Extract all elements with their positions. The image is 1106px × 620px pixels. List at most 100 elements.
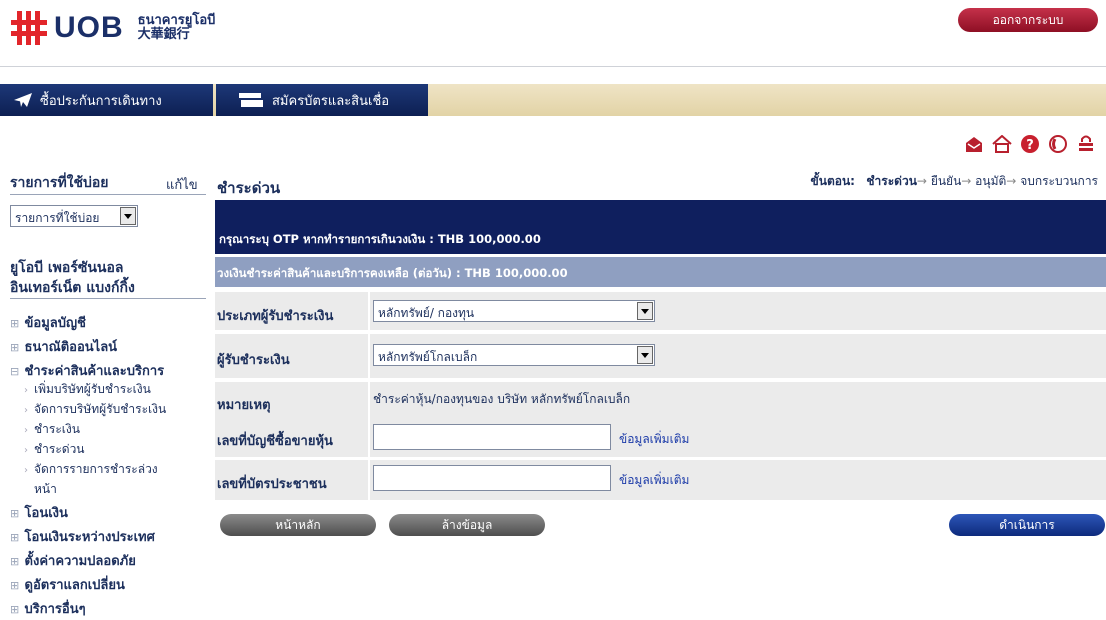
sidebar-item-other-services[interactable]: ⊞ บริการอื่นๆ <box>10 598 86 619</box>
banner-card-label: สมัครบัตรและสินเชื่อ <box>272 93 390 109</box>
brand-subtitle: ธนาคารยูโอบี 大華銀行 <box>138 14 216 42</box>
submenu-add-payee[interactable]: › เพิ่มบริษัทผู้รับชำระเงิน <box>24 380 151 399</box>
sidebar-item-security-settings[interactable]: ⊞ ตั้งค่าความปลอดภัย <box>10 550 136 571</box>
favorites-divider <box>10 194 206 195</box>
submenu-scheduled-pay-cont[interactable]: หน้า <box>34 480 57 499</box>
sidebar-item-exchange-rates[interactable]: ⊞ ดูอัตราแลกเปลี่ยน <box>10 574 125 595</box>
home-button[interactable]: หน้าหลัก <box>220 514 376 536</box>
submenu-label: ชำระเงิน <box>34 422 80 436</box>
submenu-manage-payee[interactable]: › จัดการบริษัทผู้รับชำระเงิน <box>24 400 166 419</box>
expand-icon: ⊞ <box>10 555 20 568</box>
note-value: ชำระค่าหุ้น/กองทุนของ บริษัท หลักทรัพย์โ… <box>373 392 631 406</box>
submenu-label: ชำระด่วน <box>34 442 85 456</box>
row-divider <box>368 334 370 378</box>
lock-icon[interactable] <box>1076 134 1096 154</box>
submenu-quick-pay[interactable]: › ชำระด่วน <box>24 440 85 459</box>
bullet-icon: › <box>24 425 28 436</box>
id-more-link[interactable]: ข้อมูลเพิ่มเติม <box>619 471 689 490</box>
row-divider <box>368 292 370 330</box>
sidebar-item-label: ข้อมูลบัญชี <box>24 316 86 331</box>
bullet-icon: › <box>24 385 28 396</box>
sidebar-item-transfer[interactable]: ⊞ โอนเงิน <box>10 502 68 523</box>
sidebar-item-label: ชำระค่าสินค้าและบริการ <box>24 364 165 379</box>
expand-icon: ⊞ <box>10 507 20 520</box>
account-label: เลขที่บัญชีซื้อขายหุ้น <box>217 434 333 449</box>
submenu-scheduled-pay[interactable]: › จัดการรายการชำระล่วง <box>24 460 158 479</box>
uob-logo[interactable]: UOB ธนาคารยูโอบี 大華銀行 <box>10 8 215 48</box>
favorites-select[interactable]: รายการที่ใช้บ่อย <box>10 205 138 227</box>
help-icon[interactable]: ? <box>1020 134 1040 154</box>
page-title: ชำระด่วน <box>217 179 281 197</box>
bullet-icon: › <box>24 405 28 416</box>
banner-travel-label: ซื้อประกันการเดินทาง <box>40 93 162 109</box>
airplane-icon <box>10 84 36 116</box>
chevron-down-icon[interactable] <box>637 302 653 320</box>
logout-button[interactable]: ออกจากระบบ <box>958 8 1098 32</box>
payee-select[interactable]: หลักทรัพย์โกลเบล็ก <box>373 344 655 366</box>
otp-notice: กรุณาระบุ OTP หากทำรายการเกินวงเงิน : TH… <box>215 200 1106 254</box>
payee-type-select[interactable]: หลักทรัพย์/ กองทุน <box>373 300 655 322</box>
sidebar-item-label: ดูอัตราแลกเปลี่ยน <box>24 578 125 593</box>
form-row-payee-type: ประเภทผู้รับชำระเงิน หลักทรัพย์/ กองทุน <box>215 292 1106 330</box>
sidebar-item-intl-transfer[interactable]: ⊞ โอนเงินระหว่างประเทศ <box>10 526 155 547</box>
sidebar-item-bill-payment[interactable]: ⊟ ชำระค่าสินค้าและบริการ <box>10 360 164 381</box>
banner-card-loan[interactable]: สมัครบัตรและสินเชื่อ <box>216 84 428 116</box>
expand-icon: ⊞ <box>10 531 20 544</box>
chevron-down-icon[interactable] <box>637 346 653 364</box>
sidebar-item-label: ตั้งค่าความปลอดภัย <box>24 554 136 569</box>
note-label: หมายเหตุ <box>217 398 271 413</box>
promo-banner: ซื้อประกันการเดินทาง สมัครบัตรและสินเชื่… <box>0 84 1106 116</box>
step-complete: จบกระบวนการ <box>1020 174 1098 188</box>
home-icon[interactable] <box>992 134 1012 154</box>
payee-value: หลักทรัพย์โกลเบล็ก <box>378 350 478 364</box>
limit-notice: วงเงินชำระค่าสินค้าและบริการคงเหลือ (ต่อ… <box>215 257 1106 287</box>
bullet-icon: › <box>24 465 28 476</box>
payee-type-value: หลักทรัพย์/ กองทุน <box>378 306 475 320</box>
row-divider <box>368 419 370 457</box>
sidebar-item-account-info[interactable]: ⊞ ข้อมูลบัญชี <box>10 312 86 333</box>
chevron-down-icon[interactable] <box>120 207 136 225</box>
section-title-line2: อินเทอร์เน็ต แบงก์กิ้ง <box>10 280 135 296</box>
account-input[interactable] <box>373 424 611 450</box>
row-divider <box>368 460 370 500</box>
page: UOB ธนาคารยูโอบี 大華銀行 ออกจากระบบ ซื้อประ… <box>0 0 1106 620</box>
banner-travel-insurance[interactable]: ซื้อประกันการเดินทาง <box>0 84 213 116</box>
account-more-link[interactable]: ข้อมูลเพิ่มเติม <box>619 430 689 449</box>
phone-icon[interactable] <box>1048 134 1068 154</box>
favorites-edit-link[interactable]: แก้ไข <box>166 174 198 195</box>
header-divider <box>0 66 1106 67</box>
form-row-id-card: เลขที่บัตรประชาชน ข้อมูลเพิ่มเติม <box>215 460 1106 500</box>
sidebar-item-label: บริการอื่นๆ <box>24 602 86 617</box>
submenu-pay[interactable]: › ชำระเงิน <box>24 420 80 439</box>
brand-thai: ธนาคารยูโอบี <box>137 13 216 28</box>
form-row-account: เลขที่บัญชีซื้อขายหุ้น ข้อมูลเพิ่มเติม <box>215 419 1106 457</box>
card-icon <box>236 84 266 116</box>
sidebar-item-label: โอนเงิน <box>24 506 68 521</box>
proceed-button[interactable]: ดำเนินการ <box>949 514 1105 536</box>
expand-icon: ⊞ <box>10 603 20 616</box>
bullet-icon: › <box>24 445 28 456</box>
expand-icon: ⊞ <box>10 317 20 330</box>
collapse-icon: ⊟ <box>10 365 20 378</box>
arrow-icon: → <box>916 174 927 188</box>
arrow-icon: → <box>961 174 972 188</box>
payee-label: ผู้รับชำระเงิน <box>217 353 290 368</box>
submenu-label: จัดการบริษัทผู้รับชำระเงิน <box>34 402 167 416</box>
section-divider <box>10 298 206 299</box>
clear-button[interactable]: ล้างข้อมูล <box>389 514 545 536</box>
submenu-label: เพิ่มบริษัทผู้รับชำระเงิน <box>34 382 151 396</box>
step-current: ชำระด่วน <box>866 174 917 188</box>
expand-icon: ⊞ <box>10 341 20 354</box>
brand-chinese: 大華銀行 <box>137 27 190 42</box>
form-row-note: หมายเหตุ ชำระค่าหุ้น/กองทุนของ บริษัท หล… <box>215 382 1106 420</box>
sidebar-item-online-money-order[interactable]: ⊞ ธนาณัติออนไลน์ <box>10 336 117 357</box>
utility-icons: ? <box>964 134 1096 154</box>
mail-icon[interactable] <box>964 134 984 154</box>
section-title: ยูโอบี เพอร์ซันนอล อินเทอร์เน็ต แบงก์กิ้… <box>10 258 135 298</box>
steps-label: ขั้นตอน: <box>810 174 855 188</box>
id-input[interactable] <box>373 465 611 491</box>
step-approve: อนุมัติ <box>975 174 1007 188</box>
form-row-payee: ผู้รับชำระเงิน หลักทรัพย์โกลเบล็ก <box>215 334 1106 378</box>
svg-text:?: ? <box>1026 138 1034 153</box>
submenu-label: หน้า <box>34 482 57 496</box>
